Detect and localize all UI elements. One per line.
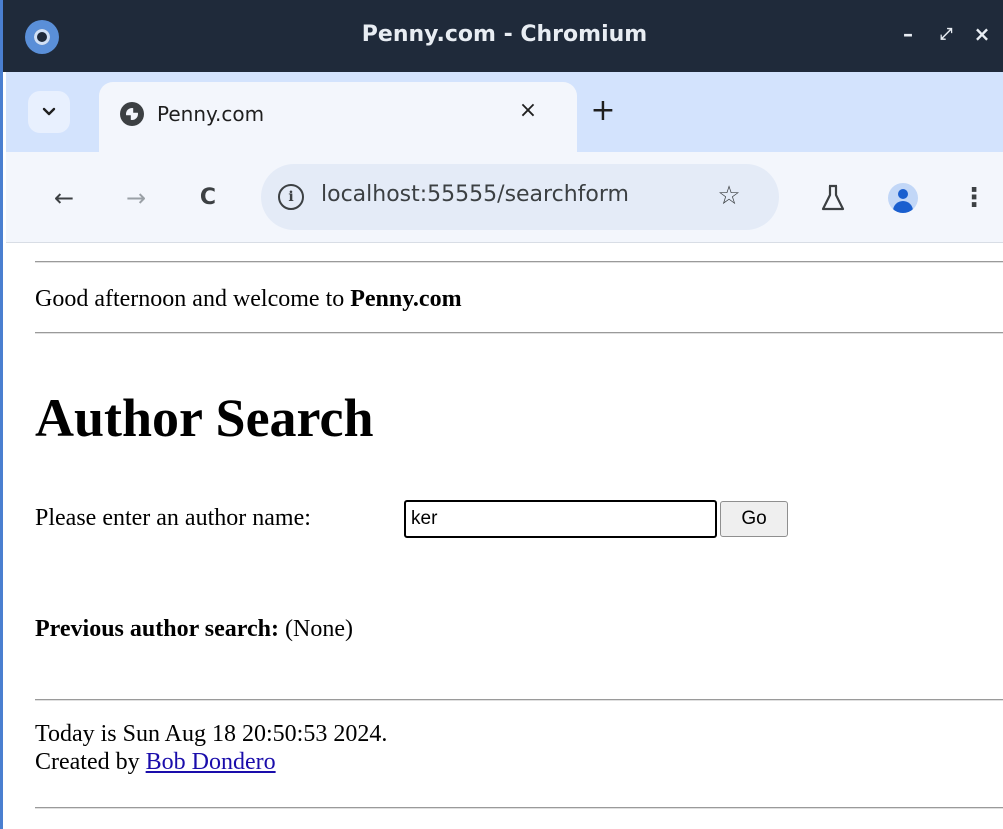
- profile-icon[interactable]: [888, 183, 918, 213]
- maximize-icon[interactable]: ⤢: [932, 20, 960, 48]
- title-bar: Penny.com - Chromium – ⤢ ×: [3, 0, 1003, 72]
- divider: [35, 332, 1003, 334]
- url-text[interactable]: localhost:55555/searchform: [321, 182, 629, 207]
- reload-button[interactable]: C: [190, 180, 226, 216]
- greeting: Good afternoon and welcome to Penny.com: [35, 286, 462, 313]
- created-by-label: Created by: [35, 749, 146, 775]
- close-window-icon[interactable]: ×: [968, 20, 996, 48]
- page-content: Good afternoon and welcome to Penny.com …: [6, 243, 1003, 829]
- divider: [35, 261, 1003, 263]
- author-search-input[interactable]: [404, 500, 717, 538]
- back-button[interactable]: ←: [46, 180, 82, 216]
- go-button[interactable]: Go: [720, 501, 788, 537]
- previous-search: Previous author search: (None): [35, 616, 353, 643]
- browser-window: Penny.com - Chromium – ⤢ × Penny.com × +…: [0, 0, 1003, 829]
- date-text: Today is Sun Aug 18 20:50:53 2024.: [35, 721, 388, 747]
- minimize-icon[interactable]: –: [894, 20, 922, 48]
- forward-button[interactable]: →: [118, 180, 154, 216]
- menu-dots-icon[interactable]: ⋮: [961, 180, 987, 216]
- tab-close-icon[interactable]: ×: [513, 98, 543, 123]
- page-title: Author Search: [35, 388, 374, 448]
- browser-toolbar: ← → C i localhost:55555/searchform ☆ ⋮: [6, 152, 1003, 243]
- author-prompt-label: Please enter an author name:: [35, 505, 311, 531]
- divider: [35, 699, 1003, 701]
- address-bar[interactable]: i localhost:55555/searchform ☆: [261, 164, 779, 230]
- tab-strip: Penny.com × +: [6, 72, 1003, 152]
- tab-penny[interactable]: Penny.com ×: [99, 82, 577, 152]
- new-tab-button[interactable]: +: [586, 94, 620, 128]
- tab-search-button[interactable]: [28, 91, 70, 133]
- globe-icon: [120, 102, 144, 126]
- author-link[interactable]: Bob Dondero: [146, 749, 276, 775]
- tab-title: Penny.com: [157, 102, 265, 126]
- previous-search-value: (None): [285, 616, 353, 642]
- star-icon[interactable]: ☆: [711, 178, 747, 214]
- previous-search-label: Previous author search:: [35, 616, 279, 642]
- divider: [35, 807, 1003, 809]
- flask-icon[interactable]: [815, 180, 851, 216]
- greeting-text: Good afternoon and welcome to: [35, 286, 351, 312]
- window-title: Penny.com - Chromium: [361, 22, 648, 47]
- site-name: Penny.com: [350, 286, 462, 312]
- info-icon[interactable]: i: [278, 184, 304, 210]
- chevron-down-icon: [42, 107, 56, 116]
- credits: Created by Bob Dondero: [35, 749, 276, 776]
